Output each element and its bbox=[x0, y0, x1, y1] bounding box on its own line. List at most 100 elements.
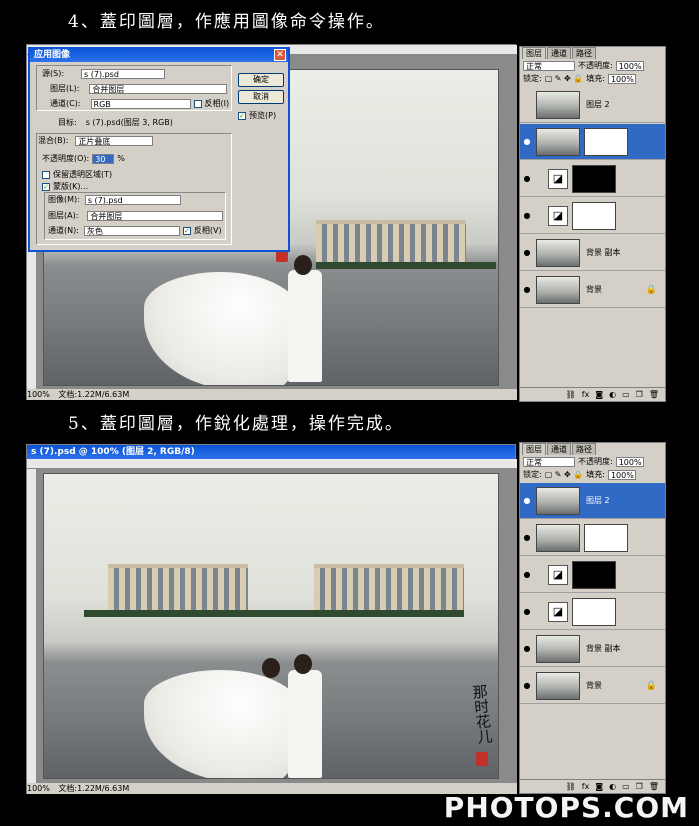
tab-paths[interactable]: 路径 bbox=[572, 47, 596, 59]
mask-checkbox[interactable]: ✓ bbox=[42, 182, 50, 191]
layer-thumbnail[interactable] bbox=[536, 486, 580, 515]
eye-icon[interactable]: ● bbox=[520, 174, 534, 183]
eye-icon[interactable]: ● bbox=[520, 285, 534, 294]
adjustment-icon: ◪ bbox=[548, 168, 568, 189]
tab-channels[interactable]: 通道 bbox=[547, 443, 571, 455]
invert-checkbox[interactable] bbox=[193, 99, 202, 108]
layer-row[interactable]: ● ◪ bbox=[520, 557, 665, 593]
lock-icons[interactable]: ▢ ✎ ✥ 🔒 bbox=[545, 74, 584, 83]
layer-name: 图层 2 bbox=[586, 100, 610, 109]
tab-layers[interactable]: 图层 bbox=[522, 47, 546, 59]
layer-mask-thumbnail[interactable] bbox=[572, 560, 616, 589]
mask-icon[interactable]: ◙ bbox=[595, 390, 603, 399]
blending-label: 混合(B): bbox=[38, 136, 69, 145]
layer-thumbnail[interactable] bbox=[536, 238, 580, 267]
folder-icon[interactable]: ▭ bbox=[622, 782, 630, 791]
preserve-transparency-checkbox[interactable] bbox=[42, 170, 50, 179]
tab-layers[interactable]: 图层 bbox=[522, 443, 546, 455]
eye-icon[interactable]: ● bbox=[520, 644, 534, 653]
panel-opacity-input[interactable]: 100% bbox=[615, 60, 644, 71]
layer-mask-thumbnail[interactable] bbox=[572, 597, 616, 626]
mask-channel-select[interactable]: 灰色 bbox=[83, 225, 180, 236]
eye-icon[interactable]: ● bbox=[520, 570, 534, 579]
trash-icon[interactable]: 🗑 bbox=[649, 782, 659, 791]
eye-icon[interactable]: ● bbox=[520, 137, 534, 146]
adjustment-icon: ◪ bbox=[548, 564, 568, 585]
panel-opacity-label: 不透明度: bbox=[578, 457, 613, 466]
fill-label: 填充: bbox=[586, 74, 605, 83]
zoom-level[interactable]: 100% bbox=[27, 784, 50, 793]
link-icon[interactable]: ⛓ bbox=[566, 782, 576, 791]
eye-icon[interactable]: ● bbox=[520, 248, 534, 257]
blend-mode-select[interactable]: 正常 bbox=[523, 456, 575, 467]
dialog-title: 应用图像 bbox=[34, 49, 71, 60]
colonnade-right bbox=[316, 220, 466, 264]
layer-row[interactable]: ● 背景 🔒 bbox=[520, 272, 665, 308]
step-4-heading: 4、蓋印圖層，作應用圖像命令操作。 bbox=[68, 12, 385, 32]
new-layer-icon[interactable]: ❐ bbox=[636, 390, 643, 399]
eye-icon[interactable]: ● bbox=[520, 496, 534, 505]
layer-mask-thumbnail[interactable] bbox=[584, 127, 628, 156]
layer-row[interactable]: ● 背景 副本 bbox=[520, 235, 665, 271]
opacity-input[interactable]: 30 bbox=[92, 153, 115, 164]
layer-thumbnail[interactable] bbox=[536, 634, 580, 663]
layer-row[interactable]: ● 背景 副本 bbox=[520, 631, 665, 667]
layer-select[interactable]: 合并图层 bbox=[89, 83, 228, 94]
groom-head bbox=[294, 654, 312, 674]
layer-row[interactable]: 图层 2 bbox=[520, 87, 665, 123]
blending-select[interactable]: 正片叠底 bbox=[75, 135, 154, 146]
layer-mask-thumbnail[interactable] bbox=[584, 523, 628, 552]
link-icon[interactable]: ⛓ bbox=[566, 390, 576, 399]
tab-channels[interactable]: 通道 bbox=[547, 47, 571, 59]
adjustment-icon: ◪ bbox=[548, 601, 568, 622]
cancel-button[interactable]: 取消 bbox=[238, 90, 284, 104]
watermark: PHOTOPS.COM bbox=[443, 791, 689, 824]
layer-row[interactable]: ● bbox=[520, 520, 665, 556]
layer-label: 图层(L): bbox=[50, 84, 80, 93]
layer-thumbnail[interactable] bbox=[536, 523, 580, 552]
bottom-document-window: s (7).psd @ 100% (图层 2, RGB/8) 那时花儿 100%… bbox=[26, 444, 517, 794]
image-select[interactable]: s (7).psd bbox=[84, 194, 181, 205]
channel-select[interactable]: RGB bbox=[90, 98, 191, 109]
source-select[interactable]: s (7).psd bbox=[81, 68, 166, 79]
preview-checkbox[interactable]: ✓ bbox=[238, 111, 246, 120]
eye-icon[interactable]: ● bbox=[520, 211, 534, 220]
mask-invert-label: 反相(V) bbox=[193, 226, 222, 235]
trash-icon[interactable]: 🗑 bbox=[649, 390, 659, 399]
zoom-level[interactable]: 100% bbox=[27, 390, 50, 399]
fill-input[interactable]: 100% bbox=[607, 469, 636, 480]
layer-mask-thumbnail[interactable] bbox=[572, 164, 616, 193]
adjust-icon[interactable]: ◐ bbox=[609, 390, 616, 399]
folder-icon[interactable]: ▭ bbox=[622, 390, 630, 399]
layer-mask-thumbnail[interactable] bbox=[572, 201, 616, 230]
layer-row[interactable]: ● ◪ bbox=[520, 198, 665, 234]
layer-thumbnail[interactable] bbox=[536, 275, 580, 304]
tab-paths[interactable]: 路径 bbox=[572, 443, 596, 455]
layer-thumbnail[interactable] bbox=[536, 671, 580, 700]
mask-invert-checkbox[interactable]: ✓ bbox=[182, 226, 191, 235]
layer-row[interactable]: ● ◪ bbox=[520, 161, 665, 197]
mask-layer-select[interactable]: 合并图层 bbox=[87, 210, 224, 221]
layer-row[interactable]: ● ◪ bbox=[520, 594, 665, 630]
blend-mode-select[interactable]: 正常 bbox=[523, 60, 575, 71]
eye-icon[interactable]: ● bbox=[520, 533, 534, 542]
fx-icon[interactable]: fx bbox=[582, 782, 590, 791]
ok-button[interactable]: 确定 bbox=[238, 73, 284, 87]
layer-thumbnail[interactable] bbox=[536, 127, 580, 156]
eye-icon[interactable]: ● bbox=[520, 681, 534, 690]
eye-icon[interactable]: ● bbox=[520, 607, 534, 616]
new-layer-icon[interactable]: ❐ bbox=[636, 782, 643, 791]
layer-row[interactable]: ● 图层 2 bbox=[520, 483, 665, 519]
fx-icon[interactable]: fx bbox=[582, 390, 590, 399]
mask-icon[interactable]: ◙ bbox=[595, 782, 603, 791]
vertical-ruler bbox=[27, 469, 37, 783]
layer-row[interactable]: ● bbox=[520, 124, 665, 160]
layer-row[interactable]: ● 背景 🔒 bbox=[520, 668, 665, 704]
document-titlebar[interactable]: s (7).psd @ 100% (图层 2, RGB/8) bbox=[27, 445, 515, 459]
close-icon[interactable]: ✕ bbox=[274, 48, 286, 61]
layer-thumbnail[interactable] bbox=[536, 90, 580, 119]
lock-icons[interactable]: ▢ ✎ ✥ 🔒 bbox=[545, 470, 584, 479]
adjust-icon[interactable]: ◐ bbox=[609, 782, 616, 791]
panel-opacity-input[interactable]: 100% bbox=[615, 456, 644, 467]
fill-input[interactable]: 100% bbox=[607, 73, 636, 84]
